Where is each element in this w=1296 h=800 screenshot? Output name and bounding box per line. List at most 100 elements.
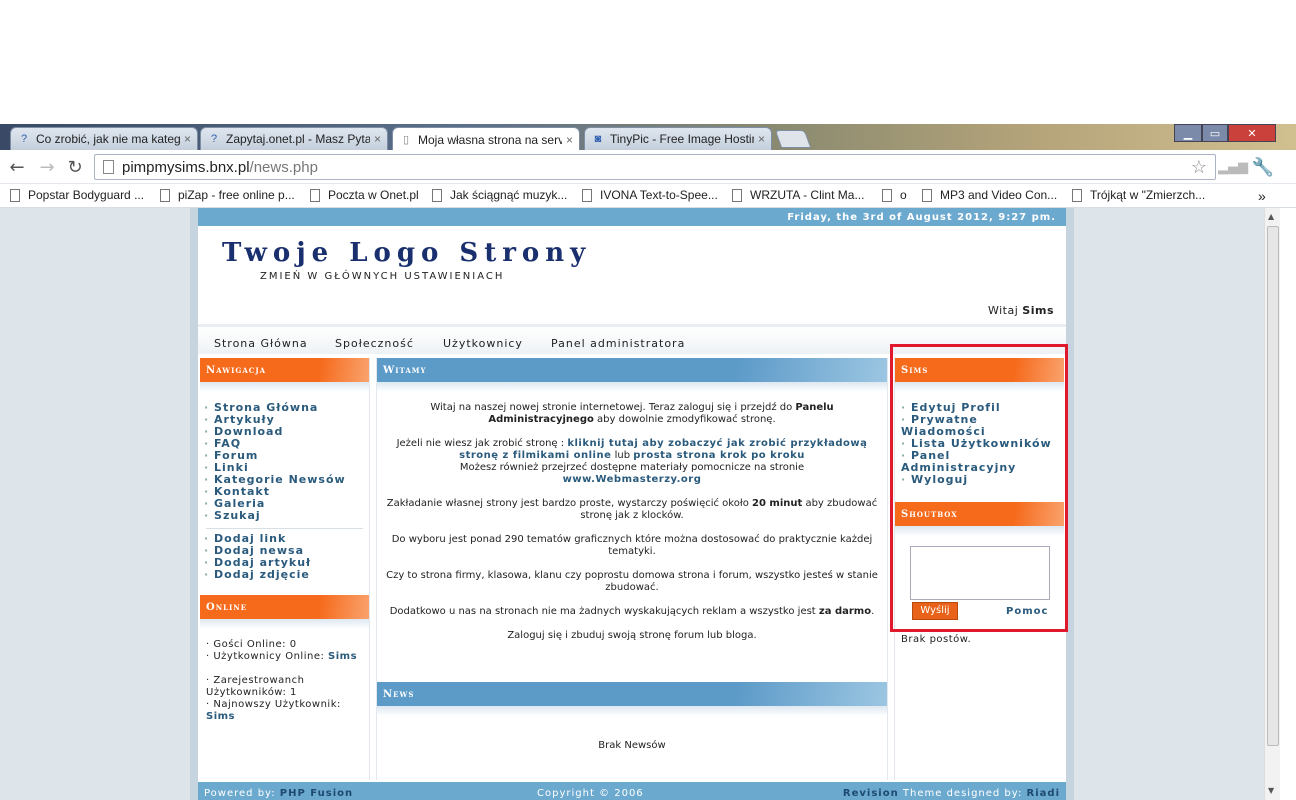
separator — [200, 382, 369, 392]
news-empty: Brak Newsów — [598, 740, 666, 751]
newest-user-link[interactable]: Sims — [206, 711, 369, 723]
page-icon — [582, 188, 592, 202]
separator — [200, 619, 369, 629]
welcome-paragraph: Witaj na naszej nowej stronie internetow… — [430, 402, 834, 425]
nav-link[interactable]: Szukaj — [204, 510, 369, 522]
forward-icon[interactable]: → — [36, 156, 58, 178]
page-icon — [10, 188, 20, 202]
browser-tabstrip: ? Co zrobić, jak nie ma kateg × ? Zapyta… — [0, 124, 1296, 151]
bookmark-item[interactable]: MP3 and Video Con... — [922, 188, 1057, 202]
online-stats: · Gości Online: 0 · Użytkownicy Online: … — [200, 629, 369, 723]
tab-title: TinyPic - Free Image Hostin — [610, 132, 754, 146]
nav-links: Strona Główna Artykuły Download FAQ Foru… — [200, 392, 369, 522]
star-icon[interactable]: ☆ — [1191, 157, 1207, 178]
separator — [377, 706, 887, 716]
page-icon — [1072, 188, 1082, 202]
news-panel-title: News — [377, 682, 887, 706]
online-panel-title: Online — [200, 595, 369, 619]
signal-icon: ▂▄▆ — [1218, 159, 1248, 175]
divider — [206, 528, 363, 529]
tab-title: Co zrobić, jak nie ma kateg — [36, 132, 180, 146]
bookmarks-overflow-button[interactable]: » — [1258, 188, 1266, 204]
tab-1[interactable]: ? Co zrobić, jak nie ma kateg × — [10, 127, 198, 150]
scroll-down-icon[interactable]: ▼ — [1268, 786, 1274, 795]
bookmark-item[interactable]: piZap - free online p... — [160, 188, 295, 202]
theme-credit: Revision Theme designed by: Riadi — [842, 788, 1060, 799]
question-icon: ? — [20, 133, 28, 145]
newest-user: · Najnowszy Użytkownik: — [206, 699, 341, 710]
tab-3-active[interactable]: ▯ Moja własna strona na serv × — [392, 127, 580, 151]
bookmark-item[interactable]: WRZUTA - Clint Ma... — [732, 188, 864, 202]
close-icon[interactable]: × — [758, 132, 765, 146]
highlight-box — [890, 344, 1068, 632]
scroll-thumb[interactable] — [1267, 226, 1279, 746]
new-tab-button[interactable] — [774, 130, 812, 148]
page-icon — [922, 188, 932, 202]
close-icon[interactable]: × — [566, 133, 573, 147]
menu-users[interactable]: Użytkownicy — [443, 337, 523, 350]
welcome-panel-title: Witamy — [377, 358, 887, 382]
powered-by: Powered by: PHP Fusion — [204, 788, 354, 799]
bookmarks-bar: Popstar Bodyguard ... piZap - free onlin… — [0, 184, 1296, 208]
webmasterzy-link[interactable]: www.Webmasterzy.org — [563, 474, 702, 485]
vertical-scrollbar[interactable]: ▲ ▼ — [1264, 208, 1280, 800]
site-logo[interactable]: Twoje Logo Strony — [222, 238, 591, 268]
maximize-icon[interactable]: ▭ — [1202, 124, 1228, 142]
page-viewport: Friday, the 3rd of August 2012, 9:27 pm.… — [0, 208, 1264, 800]
date-bar: Friday, the 3rd of August 2012, 9:27 pm. — [198, 208, 1066, 226]
site-slogan: ZMIEŃ W GŁÓWNYCH USTAWIENIACH — [260, 271, 505, 282]
submit-link[interactable]: Dodaj zdjęcie — [204, 569, 369, 581]
reload-icon[interactable]: ↻ — [64, 156, 86, 178]
registered-users-count: Użytkowników: 1 — [206, 687, 297, 698]
page-icon — [103, 160, 114, 174]
page-icon — [160, 188, 170, 202]
question-icon: ? — [210, 133, 218, 145]
riadi-link[interactable]: Riadi — [1027, 788, 1060, 799]
tab-title: Moja własna strona na serv — [418, 132, 562, 147]
ads-paragraph: Dodatkowo u nas na stronach nie ma żadny… — [389, 606, 875, 617]
themes-paragraph: Do wyboru jest ponad 290 tematów graficz… — [391, 534, 873, 557]
separator — [377, 382, 887, 392]
tab-4[interactable]: ◙ TinyPic - Free Image Hostin × — [584, 127, 772, 150]
close-window-icon[interactable]: ✕ — [1228, 124, 1276, 142]
help-paragraph: Jeżeli nie wiesz jak zrobić stronę : kli… — [396, 438, 868, 485]
close-icon[interactable]: × — [374, 132, 381, 146]
simple-page-link[interactable]: prosta strona krok po kroku — [633, 450, 805, 461]
types-paragraph: Czy to strona firmy, klasowa, klanu czy … — [386, 570, 878, 593]
shoutbox-empty: Brak postów. — [901, 634, 972, 645]
bookmark-item[interactable]: Trójkąt w "Zmierzch... — [1072, 188, 1205, 202]
menu-home[interactable]: Strona Główna — [214, 337, 308, 350]
tab-2[interactable]: ? Zapytaj.onet.pl - Masz Pyta × — [200, 127, 388, 150]
blank-top-area — [0, 0, 1296, 124]
login-paragraph: Zaloguj się i zbuduj swoją stronę forum … — [507, 630, 757, 641]
welcome-text: Witaj na naszej nowej stronie internetow… — [377, 392, 887, 642]
menu-community[interactable]: Społeczność — [335, 337, 414, 350]
close-icon[interactable]: × — [184, 132, 191, 146]
back-icon[interactable]: ← — [6, 156, 28, 178]
bookmark-item[interactable]: Poczta w Onet.pl — [310, 188, 419, 202]
bookmark-item[interactable]: o — [882, 188, 907, 202]
registered-users: · Zarejestrowanch — [206, 675, 305, 686]
address-bar[interactable]: pimpmysims.bnx.pl/news.php ☆ — [94, 154, 1216, 180]
page-icon — [432, 188, 442, 202]
bookmark-item[interactable]: Jak ściągnąć muzyk... — [432, 188, 567, 202]
url-path: /news.php — [249, 158, 318, 176]
page-icon — [882, 188, 892, 202]
url-host: pimpmysims.bnx.pl — [122, 158, 250, 176]
intro-paragraph: Zakładanie własnej strony jest bardzo pr… — [386, 498, 878, 521]
menu-admin-panel[interactable]: Panel administratora — [551, 337, 685, 350]
minimize-icon[interactable]: ▁ — [1174, 124, 1202, 142]
browser-toolbar: ← → ↻ pimpmysims.bnx.pl/news.php ☆ ▂▄▆ 🔧 — [0, 150, 1296, 184]
bookmark-item[interactable]: Popstar Bodyguard ... — [10, 188, 144, 202]
php-fusion-link[interactable]: PHP Fusion — [280, 788, 353, 799]
nav-panel-title: Nawigacja — [200, 358, 369, 382]
tinypic-icon: ◙ — [594, 133, 602, 145]
scroll-up-icon[interactable]: ▲ — [1268, 212, 1274, 221]
page-icon: ▯ — [402, 134, 410, 146]
left-column: Nawigacja Strona Główna Artykuły Downloa… — [200, 358, 370, 780]
wrench-icon[interactable]: 🔧 — [1252, 156, 1274, 178]
site-footer: Powered by: PHP Fusion Copyright © 2006 … — [198, 782, 1066, 800]
page-icon — [732, 188, 742, 202]
bookmark-item[interactable]: IVONA Text-to-Spee... — [582, 188, 718, 202]
